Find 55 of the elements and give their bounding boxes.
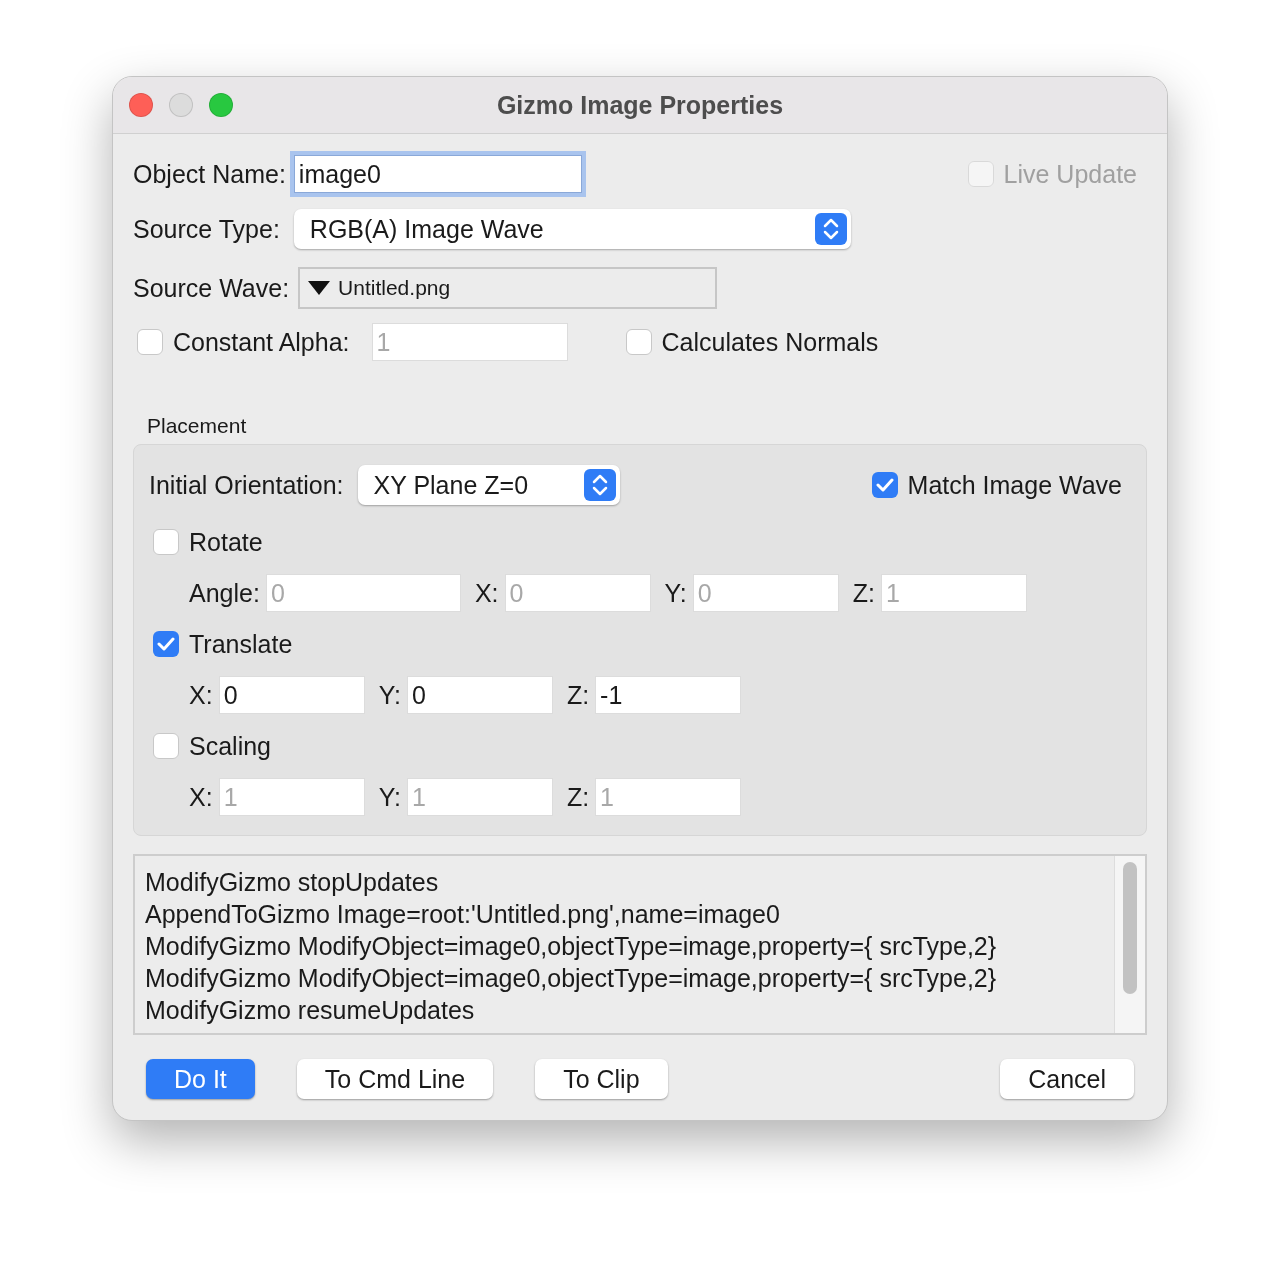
- checkbox[interactable]: [137, 329, 163, 355]
- zoom-icon[interactable]: [209, 93, 233, 117]
- checkbox-label: Scaling: [189, 731, 271, 761]
- field-label: Y:: [378, 782, 401, 812]
- command-line: ModifyGizmo ModifyObject=image0,objectType=image,property={ srcType,2}: [145, 931, 998, 962]
- checkbox-label: Calculates Normals: [661, 327, 879, 357]
- field-label: Z:: [566, 782, 590, 812]
- popup-menu[interactable]: RGB(A) Image Wave: [293, 209, 851, 249]
- command-line: ModifyGizmo resumeUpdates: [145, 995, 476, 1026]
- triangle-icon: [308, 281, 331, 295]
- field-label: Z:: [852, 578, 875, 608]
- field-label: Source Wave:: [133, 273, 290, 303]
- minimize-icon[interactable]: [169, 93, 193, 117]
- field-label: Y:: [664, 578, 687, 608]
- field-label: Y:: [378, 680, 401, 710]
- input-field[interactable]: 0: [406, 676, 553, 714]
- close-icon[interactable]: [129, 93, 153, 117]
- stepper-icon: [583, 469, 616, 501]
- scroll-bar[interactable]: [1114, 856, 1145, 1033]
- popup-menu[interactable]: XY Plane Z=0: [357, 465, 620, 505]
- field-label: Z:: [566, 680, 590, 710]
- dialog-button[interactable]: Cancel: [1000, 1059, 1134, 1099]
- checkbox-label: Translate: [189, 629, 293, 659]
- dialog-button[interactable]: To Cmd Line: [296, 1059, 494, 1099]
- checkbox-label: Match Image Wave: [907, 470, 1122, 500]
- field-label: X:: [474, 578, 499, 608]
- command-line: AppendToGizmo Image=root:'Untitled.png',name=image0: [145, 899, 781, 930]
- dialog-button[interactable]: To Clip: [535, 1059, 668, 1099]
- command-line: ModifyGizmo ModifyObject=image0,objectType=image,property={ srcType,2}: [145, 963, 998, 994]
- window-title: Gizmo Image Properties: [496, 90, 784, 119]
- checkbox[interactable]: [871, 472, 898, 498]
- checkmark-icon: [875, 478, 894, 492]
- command-text-area[interactable]: [133, 854, 1147, 1035]
- field-label: Angle:: [189, 578, 260, 608]
- section-title: Placement: [147, 414, 248, 438]
- checkbox[interactable]: [153, 733, 179, 759]
- field-label: X:: [189, 782, 213, 812]
- input-field[interactable]: -1: [595, 676, 742, 714]
- wave-name: Untitled.png: [338, 276, 451, 300]
- dialog-button[interactable]: Do It: [146, 1059, 255, 1099]
- checkbox-label: Constant Alpha:: [173, 327, 350, 357]
- field-label: X:: [189, 680, 213, 710]
- field-label: Object Name:: [133, 159, 286, 189]
- checkbox[interactable]: [625, 329, 652, 355]
- checkbox-label: Live Update: [1003, 159, 1137, 189]
- wave-selector[interactable]: Untitled.png: [298, 267, 718, 309]
- checkbox[interactable]: [153, 631, 179, 657]
- checkbox-label: Rotate: [189, 527, 263, 557]
- field-label: Source Type:: [133, 214, 280, 244]
- stepper-icon: [814, 213, 847, 245]
- input-field[interactable]: 0: [218, 676, 365, 714]
- checkbox[interactable]: [153, 529, 179, 555]
- field-label: Initial Orientation:: [149, 470, 344, 500]
- command-line: ModifyGizmo stopUpdates: [145, 867, 440, 898]
- checkmark-icon: [157, 637, 175, 651]
